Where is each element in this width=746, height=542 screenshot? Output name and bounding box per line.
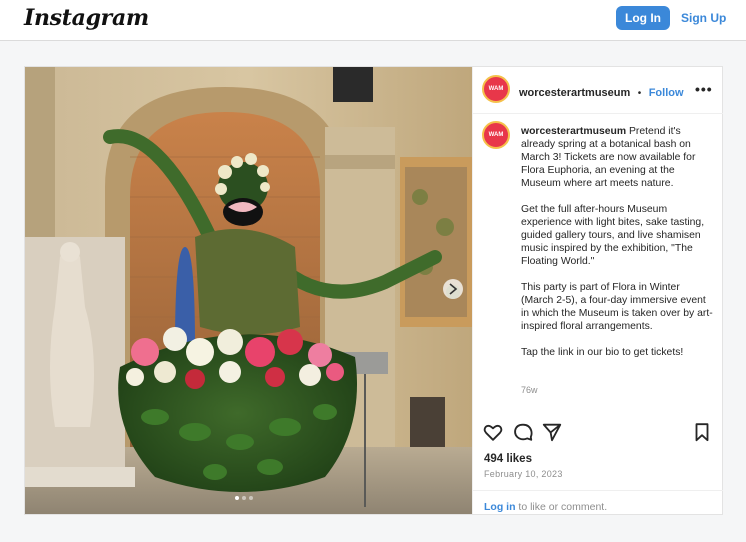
caption-paragraph-4: Tap the link in our bio to get tickets! [521, 347, 684, 358]
post-date: February 10, 2023 [484, 469, 563, 479]
login-footer: Log in to like or comment. [473, 490, 723, 515]
footer-login-link[interactable]: Log in [484, 501, 516, 513]
likes-count[interactable]: 494 likes [484, 453, 532, 465]
post-image[interactable] [25, 67, 472, 514]
header-username[interactable]: worcesterartmuseum [519, 87, 630, 99]
heart-icon[interactable] [482, 421, 504, 443]
header-user-row: worcesterartmuseum • Follow [519, 83, 684, 101]
time-ago[interactable]: 76w [521, 385, 538, 395]
next-arrow-icon[interactable] [443, 279, 463, 299]
post-photo-illustration [25, 67, 472, 514]
header-separator: • [637, 88, 642, 99]
instagram-logo[interactable]: Instagram [24, 5, 149, 31]
post-side-panel: WAM worcesterartmuseum • Follow ••• WAM … [472, 67, 723, 514]
footer-text: to like or comment. [515, 501, 608, 513]
follow-button[interactable]: Follow [649, 87, 684, 99]
comment-icon[interactable] [512, 421, 534, 443]
action-bar [473, 417, 723, 447]
caption-paragraph-2: Get the full after-hours Museum experien… [521, 204, 705, 267]
login-button[interactable]: Log In [616, 6, 670, 30]
caption-avatar[interactable]: WAM [482, 121, 510, 149]
caption-username[interactable]: worcesterartmuseum [521, 126, 626, 137]
bookmark-icon[interactable] [691, 421, 713, 443]
footer-text-row: Log in to like or comment. [484, 497, 607, 515]
signup-link[interactable]: Sign Up [681, 11, 726, 25]
post-header: WAM worcesterartmuseum • Follow ••• [473, 67, 723, 114]
post-card: WAM worcesterartmuseum • Follow ••• WAM … [24, 66, 723, 515]
more-options-icon[interactable]: ••• [695, 81, 713, 97]
caption: worcesterartmuseum Pretend it's already … [521, 125, 713, 359]
share-icon[interactable] [541, 421, 563, 443]
avatar[interactable]: WAM [482, 75, 510, 103]
top-bar: Instagram Log In Sign Up [0, 0, 746, 41]
caption-paragraph-3: This party is part of Flora in Winter (M… [521, 282, 713, 332]
